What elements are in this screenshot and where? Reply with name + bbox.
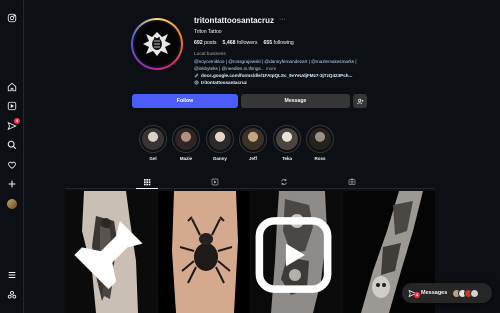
pinned-post-icon	[74, 220, 143, 290]
post-thumbnail-1[interactable]	[66, 191, 157, 313]
profile-full-name: Triton Tattoo	[194, 29, 222, 35]
also-from-meta-icon[interactable]	[7, 290, 17, 300]
highlight-jeff[interactable]: Jeff	[239, 125, 267, 161]
highlight-danny[interactable]: Danny	[206, 125, 234, 161]
highlight-mazie[interactable]: Mazie	[172, 125, 200, 161]
reels-icon[interactable]	[7, 101, 17, 111]
reposts-tab-icon[interactable]	[279, 177, 289, 187]
messages-drawer-button[interactable]: 4 Messages	[402, 283, 492, 303]
tabs-divider	[66, 188, 435, 189]
highlight-ross[interactable]: Ross	[306, 125, 334, 161]
messages-label: Messages	[421, 290, 448, 296]
add-user-icon	[356, 98, 363, 104]
profile-category: Local business	[194, 52, 226, 57]
threads-icon	[194, 80, 199, 85]
heart-icon[interactable]	[7, 160, 17, 170]
message-avatar	[470, 288, 480, 298]
tagged-tab-icon[interactable]	[347, 177, 357, 187]
highlight-gel[interactable]: Gel	[139, 125, 167, 161]
search-icon[interactable]	[7, 140, 17, 150]
messages-badge: 4	[414, 292, 420, 298]
notifications-badge: 4	[14, 118, 20, 124]
followers-stat[interactable]: 5,468 followers	[223, 40, 258, 46]
profile-avatar[interactable]	[7, 199, 17, 209]
instagram-logo-icon[interactable]	[7, 13, 17, 23]
profile-picture[interactable]	[131, 18, 183, 70]
menu-icon[interactable]	[7, 270, 17, 280]
bio-threads-link[interactable]: tritontattoosantacruz	[194, 80, 247, 85]
highlight-teka[interactable]: Teka	[273, 125, 301, 161]
active-tab-indicator	[136, 188, 158, 189]
bio-mentions-line: @noycemiktoo | @rossgrajewski | @dannyfe…	[194, 59, 357, 64]
post-thumbnail-3[interactable]	[251, 191, 342, 313]
left-sidebar: 4	[0, 0, 24, 313]
posts-stat: 692 posts	[194, 40, 217, 46]
following-stat[interactable]: 655 following	[263, 40, 293, 46]
reel-post-icon	[255, 217, 332, 293]
follow-button[interactable]: Follow	[132, 94, 238, 108]
profile-username: tritontattoosantacruz	[194, 16, 274, 25]
home-icon[interactable]	[7, 82, 17, 92]
notifications-icon[interactable]: 4	[7, 118, 20, 131]
bio-more-link[interactable]: more	[266, 66, 276, 71]
create-icon[interactable]	[7, 179, 17, 189]
message-button[interactable]: Message	[241, 94, 350, 108]
posts-grid-icon[interactable]	[142, 177, 152, 187]
more-options-icon[interactable]: ···	[279, 16, 286, 23]
messages-avatars	[452, 288, 480, 298]
bio-mentions-line-2: @inkbyteks | @needles.in.things... more	[194, 66, 277, 71]
post-thumbnail-2[interactable]	[158, 191, 250, 313]
profile-stats: 692 posts 5,468 followers 655 following	[194, 40, 294, 46]
triton-beetle-logo	[135, 22, 179, 66]
reels-tab-icon[interactable]	[210, 177, 220, 187]
link-icon	[194, 73, 199, 78]
bio-external-link[interactable]: docs.google.com/forms/d/e/1FAIpQLSc_9vYe…	[194, 73, 352, 78]
suggested-accounts-button[interactable]	[353, 94, 367, 108]
